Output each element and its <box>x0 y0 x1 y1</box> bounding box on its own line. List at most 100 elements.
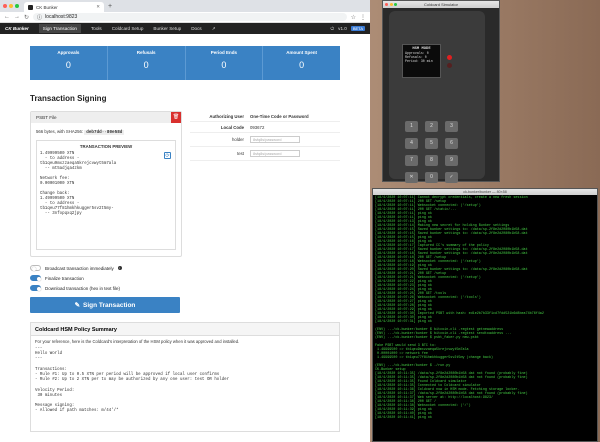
stat-amount-spent: Amount Spent 0 <box>263 46 340 80</box>
power-icon[interactable]: ⏻ <box>331 26 335 31</box>
forward-icon[interactable]: → <box>14 14 20 20</box>
red-led-icon <box>447 55 452 60</box>
nav-bunker-setup[interactable]: Bunker Setup <box>153 26 181 31</box>
nav-sign-transaction[interactable]: Sign Transaction <box>38 24 81 33</box>
stat-label: Approvals <box>57 50 80 55</box>
auth-header: Authorizing User One-Time Code or Passwo… <box>190 111 340 122</box>
key-5[interactable]: 5 <box>425 138 438 149</box>
close-window-button[interactable] <box>385 2 388 6</box>
auth-code-input[interactable]: 8sfq8s/password <box>250 136 300 143</box>
auth-col-code: One-Time Code or Password <box>250 113 309 119</box>
maximize-window-button[interactable] <box>15 4 19 8</box>
screen-line: Period: 30 min <box>405 59 433 63</box>
option-finalize[interactable]: Finalize transaction <box>30 273 182 283</box>
back-icon[interactable]: ← <box>4 14 10 20</box>
psbt-hash: deb7dd··80e58d <box>84 130 125 135</box>
beta-badge: BETA <box>350 26 365 31</box>
sign-button-label: Sign Transaction <box>83 301 136 309</box>
psbt-header: PSBT File 🗑 <box>31 112 181 123</box>
terminal-window: ck-bunker/bunker — 80×58 [18/4/2020 10:0… <box>372 188 598 442</box>
key-8[interactable]: 8 <box>425 155 438 166</box>
stat-value: 0 <box>65 60 71 70</box>
minimize-window-button[interactable] <box>9 4 13 8</box>
policy-body: For your reference, here is the Coldcard… <box>31 336 339 418</box>
option-broadcast[interactable]: Broadcast transaction immediately i <box>30 263 182 273</box>
option-download[interactable]: Download transaction (hex in text file) <box>30 283 182 293</box>
url-field[interactable]: ⓘ localhost:9823 <box>33 13 347 21</box>
stat-period-ends: Period Ends 0 <box>185 46 264 80</box>
auth-code-input[interactable]: 8sfq8s/password <box>250 150 300 157</box>
info-icon: ⓘ <box>37 14 43 21</box>
page-title: Transaction Signing <box>30 94 107 103</box>
browser-window: CK Bunker ✕ + ← → ↻ ⓘ localhost:9823 ☆ ⋮… <box>0 0 370 442</box>
key-0[interactable]: 0 <box>425 172 438 183</box>
tab-bar: CK Bunker ✕ + <box>0 0 370 12</box>
version-label: v1.0 <box>338 26 347 31</box>
preview-text: 1.49999500 XTN - to address - tb1qeu9mxz… <box>40 152 117 216</box>
nav-right: ⏻ v1.0 BETA <box>331 26 365 31</box>
close-tab-icon[interactable]: ✕ <box>96 4 100 10</box>
browser-tab[interactable]: CK Bunker ✕ <box>24 2 104 12</box>
psbt-info: 566 bytes, with SHA256: <box>36 129 84 134</box>
key-9[interactable]: 9 <box>445 155 458 166</box>
stat-value: 0 <box>143 60 149 70</box>
new-tab-button[interactable]: + <box>108 3 112 10</box>
pen-icon: ✎ <box>74 302 81 309</box>
psbt-panel: PSBT File 🗑 566 bytes, with SHA256: deb7… <box>30 111 182 257</box>
favicon-icon <box>28 4 33 10</box>
main-content: Approvals 0 Refusals 0 Period Ends 0 Amo… <box>0 34 370 432</box>
option-label: Finalize transaction <box>45 275 84 281</box>
nav-coldcard-setup[interactable]: Coldcard Setup <box>112 26 144 31</box>
policy-summary: Coldcard HSM Policy Summary For your ref… <box>30 322 340 432</box>
preview-title: TRANSACTION PREVIEW <box>79 144 133 149</box>
refresh-icon[interactable]: ⟳ <box>164 152 171 159</box>
external-link-icon: ↗ <box>211 25 216 31</box>
sign-transaction-button[interactable]: ✎ Sign Transaction <box>30 297 180 313</box>
delete-psbt-button[interactable]: 🗑 <box>171 112 181 123</box>
stat-approvals: Approvals 0 <box>30 46 108 80</box>
key-cancel[interactable]: ✕ <box>405 172 418 183</box>
key-1[interactable]: 1 <box>405 121 418 132</box>
nav-docs[interactable]: Docs <box>191 26 201 31</box>
reload-icon[interactable]: ↻ <box>24 14 29 21</box>
close-window-button[interactable] <box>3 4 7 8</box>
broadcast-toggle[interactable] <box>30 265 41 271</box>
finalize-toggle[interactable] <box>30 275 41 281</box>
maximize-window-button[interactable] <box>394 2 397 6</box>
key-ok[interactable]: ✓ <box>445 172 458 183</box>
address-bar-row: ← → ↻ ⓘ localhost:9823 ☆ ⋮ <box>0 12 370 23</box>
signing-row: PSBT File 🗑 566 bytes, with SHA256: deb7… <box>30 111 340 313</box>
url-text: localhost:9823 <box>45 14 78 20</box>
key-6[interactable]: 6 <box>445 138 458 149</box>
app-logo[interactable]: CK Bunker <box>5 26 29 31</box>
menu-icon[interactable]: ⋮ <box>360 14 366 21</box>
policy-text: --- Hello World --- Transactions: - Rule… <box>35 347 230 414</box>
policy-title: Coldcard HSM Policy Summary <box>31 323 339 336</box>
keypad: 1 2 3 4 5 6 7 8 9 ✕ 0 ✓ <box>405 121 458 183</box>
minimize-window-button[interactable] <box>389 2 393 6</box>
device-screen: HSM MODE Approvals: 0 Refusals: 0 Period… <box>402 44 441 78</box>
download-toggle[interactable] <box>30 285 41 291</box>
authorization-table: Authorizing User One-Time Code or Passwo… <box>190 111 340 313</box>
local-code-value: 093672 <box>250 124 265 130</box>
auth-user-name: holder <box>232 137 244 142</box>
stat-label: Period Ends <box>210 50 237 55</box>
key-3[interactable]: 3 <box>445 121 458 132</box>
auth-user-row: holder 8sfq8s/password <box>190 133 340 147</box>
info-icon[interactable]: i <box>117 266 122 270</box>
local-code-label: Local Code <box>220 124 244 130</box>
coldcard-device: HSM MODE Approvals: 0 Refusals: 0 Period… <box>389 11 485 183</box>
key-2[interactable]: 2 <box>425 121 438 132</box>
bookmark-star-icon[interactable]: ☆ <box>351 14 356 21</box>
stat-value: 0 <box>299 60 305 70</box>
local-code-row: Local Code 093672 <box>190 122 340 133</box>
window-controls <box>385 2 397 6</box>
psbt-body: 566 bytes, with SHA256: deb7dd··80e58d T… <box>31 123 181 256</box>
auth-user-row: test 8sfq8s/password <box>190 147 340 161</box>
simulator-titlebar: Coldcard Simulator <box>383 1 499 8</box>
key-7[interactable]: 7 <box>405 155 418 166</box>
tab-title: CK Bunker <box>36 4 58 10</box>
nav-tools[interactable]: Tools <box>91 26 102 31</box>
key-4[interactable]: 4 <box>405 138 418 149</box>
options-list: Broadcast transaction immediately i Fina… <box>30 263 182 293</box>
